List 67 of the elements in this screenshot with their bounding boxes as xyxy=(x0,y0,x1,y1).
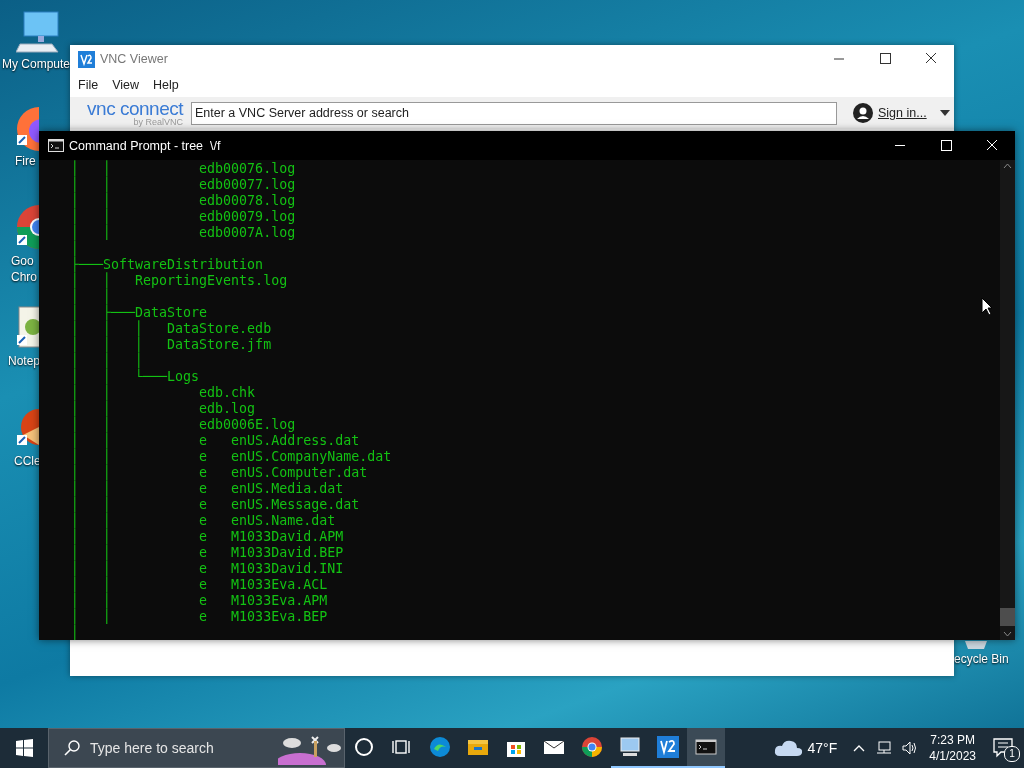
notepad-icon[interactable] xyxy=(15,305,39,351)
scrollbar[interactable] xyxy=(1000,160,1015,640)
taskbar-app-button[interactable] xyxy=(687,728,725,768)
terminal-line: │ │ e enUS.Name.dat xyxy=(71,513,336,528)
terminal-line: │ │ └───Logs xyxy=(71,369,200,384)
terminal-line: │ │ edb00079.log xyxy=(71,209,296,224)
window-title: VNC Viewer xyxy=(100,52,168,66)
terminal-line: │ │ edb00078.log xyxy=(71,193,296,208)
desktop-icon-label: Fire xyxy=(15,153,36,169)
terminal-line: │ │ e M1033David.BEP xyxy=(71,545,344,560)
notification-count-badge: 1 xyxy=(1004,746,1020,762)
vnc-app-icon xyxy=(656,735,680,759)
terminal-line: │ │ edb.chk xyxy=(71,385,256,400)
taskbar-search-field[interactable]: Type here to search xyxy=(48,728,345,768)
terminal-line: │ │ │ xyxy=(71,353,144,368)
desktop-icon-label: Chro xyxy=(11,269,37,285)
desktop-icon-label: My Compute xyxy=(2,56,71,72)
terminal-line: │ │ e enUS.Media.dat xyxy=(71,481,344,496)
menu-item[interactable]: File xyxy=(78,78,99,92)
terminal-line: │ │ e enUS.Message.dat xyxy=(71,497,360,512)
desktop-icon-label: ecycle Bin xyxy=(954,652,1009,666)
computer-icon xyxy=(618,735,642,759)
terminal-line: │ │ edb0007A.log xyxy=(71,225,296,240)
user-avatar-icon xyxy=(853,103,873,123)
server-address-field[interactable]: Enter a VNC Server address or search xyxy=(191,101,837,125)
terminal-line: │ │ xyxy=(71,289,112,304)
terminal-line: │ │ edb.log xyxy=(71,401,256,416)
terminal-line: │ │ e M1033David.INI xyxy=(71,561,344,576)
sign-in-button[interactable]: Sign in... xyxy=(853,103,950,123)
circle-icon xyxy=(352,735,376,759)
search-icon xyxy=(63,739,81,757)
console-icon xyxy=(48,139,64,152)
computer-icon[interactable] xyxy=(16,10,62,54)
weather-temperature[interactable]: 47°F xyxy=(807,740,838,756)
terminal-line: │ ├───DataStore xyxy=(71,305,208,320)
terminal-line: │ │ ReportingEvents.log xyxy=(71,273,288,288)
terminal-line: │ │ │ DataStore.jfm xyxy=(71,337,272,352)
dropdown-caret-icon xyxy=(939,110,950,116)
terminal-line: │ │ edb0006E.log xyxy=(71,417,296,432)
cloud-icon[interactable] xyxy=(773,738,804,758)
desktop-icon-label: Notep xyxy=(8,353,41,369)
desktop-icon-label: Goo xyxy=(11,253,35,269)
menu-item[interactable]: Help xyxy=(153,78,179,92)
terminal-line: │ │ edb00076.log xyxy=(71,161,296,176)
chrome-icon xyxy=(580,735,604,759)
terminal-line: │ │ e enUS.CompanyName.dat xyxy=(71,449,392,464)
network-icon[interactable] xyxy=(875,740,894,756)
terminal-line: │ │ e enUS.Computer.dat xyxy=(71,465,368,480)
clock[interactable]: 7:23 PM 4/1/2023 xyxy=(929,732,976,764)
terminal-line: ├───SoftwareDistribution xyxy=(71,257,264,272)
window-title: Command Prompt - tree \/f xyxy=(69,138,221,153)
terminal-line: │ │ e M1033David.APM xyxy=(71,529,344,544)
terminal-line: │ │ e M1033Eva.ACL xyxy=(71,577,328,592)
mouse-pointer-icon xyxy=(981,297,993,316)
notification-icon[interactable] xyxy=(993,738,1015,758)
vnc-connect-logo: vnc connect by RealVNC xyxy=(86,99,183,127)
terminal-line: │ xyxy=(71,241,79,256)
terminal-line: │ │ e enUS.Address.dat xyxy=(71,433,360,448)
terminal-line: │ │ e M1033Eva.BEP xyxy=(71,609,328,624)
menu-item[interactable]: View xyxy=(112,78,140,92)
terminal-line: │ │ e M1033Eva.APM xyxy=(71,593,328,608)
vnc-app-icon xyxy=(78,50,95,68)
terminal-line: │ │ │ DataStore.edb xyxy=(71,321,272,336)
edge-browser-icon xyxy=(428,735,452,759)
scroll-thumb[interactable] xyxy=(1000,608,1015,626)
terminal-line: │ │ edb00077.log xyxy=(71,177,296,192)
terminal-line: │ xyxy=(71,625,79,640)
